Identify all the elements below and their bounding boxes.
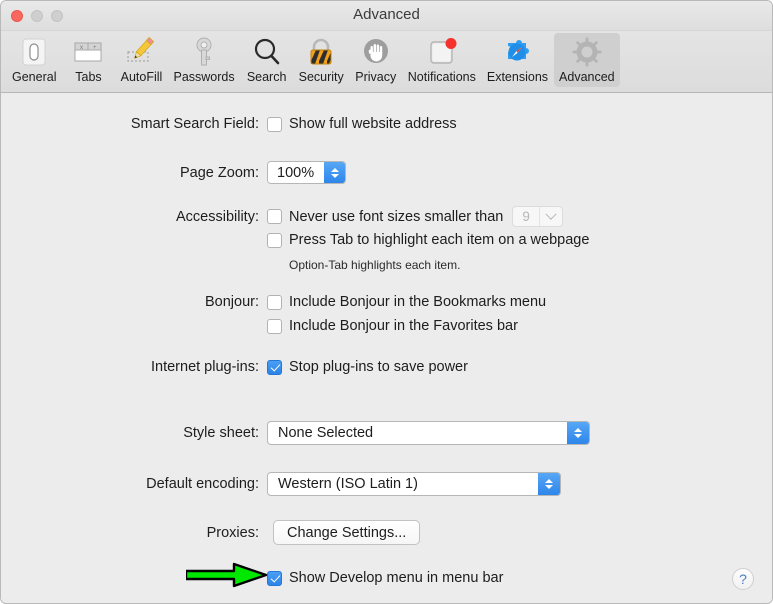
press-tab-checkbox-row[interactable]: Press Tab to highlight each item on a we… (267, 232, 589, 248)
page-zoom-value: 100% (268, 162, 325, 183)
internet-plugins-label: Internet plug-ins: (150, 359, 259, 375)
bonjour-favorites-label: Include Bonjour in the Favorites bar (289, 318, 518, 334)
page-zoom-stepper-arrows[interactable] (324, 162, 346, 183)
page-zoom-label: Page Zoom: (180, 164, 259, 181)
annotation-green-arrow-icon (184, 562, 270, 588)
change-settings-button[interactable]: Change Settings... (273, 520, 421, 545)
bonjour-favorites-checkbox-row[interactable]: Include Bonjour in the Favorites bar (267, 318, 518, 334)
preferences-toolbar: General x + Tabs AutoFill Passwords Sear… (1, 31, 772, 93)
never-use-font-sizes-label: Never use font sizes smaller than (289, 208, 504, 225)
bonjour-label: Bonjour: (204, 294, 259, 310)
extensions-puzzle-icon (500, 35, 534, 69)
default-encoding-popup-arrows[interactable] (538, 473, 560, 495)
press-tab-label: Press Tab to highlight each item on a we… (289, 232, 590, 248)
style-sheet-popup-arrows[interactable] (567, 422, 589, 444)
svg-text:x: x (80, 45, 83, 51)
show-full-address-checkbox[interactable] (267, 116, 282, 132)
toolbar-item-autofill-label: AutoFill (120, 70, 163, 84)
help-button[interactable]: ? (732, 568, 754, 590)
row-press-tab: Press Tab to highlight each item on a we… (267, 232, 589, 248)
row-bonjour-bookmarks: Bonjour: Include Bonjour in the Bookmark… (1, 294, 661, 310)
toolbar-item-autofill[interactable]: AutoFill (115, 33, 167, 87)
popup-down-icon (545, 485, 553, 489)
passwords-key-icon (187, 35, 221, 69)
minimum-font-size-combo[interactable]: 9 (512, 206, 564, 227)
row-internet-plugins: Internet plug-ins: Stop plug-ins to save… (1, 359, 661, 375)
smart-search-field-label: Smart Search Field: (130, 116, 259, 132)
privacy-hand-icon (359, 35, 393, 69)
popup-down-icon (574, 434, 582, 438)
toolbar-item-notifications[interactable]: Notifications (403, 33, 481, 87)
stop-plugins-checkbox[interactable] (267, 359, 282, 375)
preferences-window: Advanced General x + Tabs AutoFill Passw… (0, 0, 773, 604)
row-bonjour-favorites: Include Bonjour in the Favorites bar (267, 318, 518, 334)
row-style-sheet: Style sheet: None Selected (1, 421, 590, 445)
toolbar-item-notifications-label: Notifications (407, 70, 476, 84)
proxies-label: Proxies: (206, 524, 259, 541)
toolbar-item-tabs-label: Tabs (75, 70, 102, 84)
press-tab-checkbox[interactable] (267, 232, 282, 248)
style-sheet-value: None Selected (278, 425, 374, 441)
stop-plugins-checkbox-row[interactable]: Stop plug-ins to save power (267, 359, 468, 375)
show-full-address-label: Show full website address (289, 116, 457, 132)
accessibility-label: Accessibility: (176, 208, 259, 225)
popup-up-icon (574, 428, 582, 432)
page-zoom-stepper[interactable]: 100% (267, 161, 347, 184)
toolbar-item-tabs[interactable]: x + Tabs (62, 33, 114, 87)
chevron-down-icon[interactable] (540, 207, 562, 226)
row-default-encoding: Default encoding: Western (ISO Latin 1) (1, 472, 561, 496)
bonjour-favorites-checkbox[interactable] (267, 318, 282, 334)
toolbar-item-advanced-label: Advanced (559, 70, 615, 84)
toolbar-item-extensions-label: Extensions (486, 70, 549, 84)
toolbar-item-privacy-label: Privacy (355, 70, 397, 84)
style-sheet-popup[interactable]: None Selected (267, 421, 590, 445)
default-encoding-value: Western (ISO Latin 1) (278, 476, 418, 492)
row-smart-search-field: Smart Search Field: Show full website ad… (1, 116, 661, 132)
toolbar-item-search[interactable]: Search (241, 33, 293, 87)
toolbar-item-advanced[interactable]: Advanced (554, 33, 620, 87)
advanced-settings-pane: Smart Search Field: Show full website ad… (1, 93, 772, 603)
minimum-font-size-value: 9 (522, 209, 530, 224)
never-use-font-sizes-checkbox[interactable] (267, 209, 282, 224)
toolbar-item-general-label: General (12, 70, 57, 84)
autofill-pencil-icon (124, 35, 158, 69)
toolbar-item-general[interactable]: General (7, 33, 61, 87)
row-accessibility-font-size: Accessibility: Never use font sizes smal… (1, 206, 701, 227)
show-full-address-checkbox-row[interactable]: Show full website address (267, 116, 457, 132)
notifications-badge-icon (425, 35, 459, 69)
default-encoding-popup[interactable]: Western (ISO Latin 1) (267, 472, 561, 496)
window-titlebar: Advanced (1, 1, 772, 31)
never-use-font-sizes-checkbox-row[interactable]: Never use font sizes smaller than (267, 209, 503, 225)
style-sheet-label: Style sheet: (183, 425, 259, 441)
stepper-down-icon[interactable] (330, 173, 339, 178)
toolbar-item-security-label: Security (298, 70, 344, 84)
bonjour-bookmarks-label: Include Bonjour in the Bookmarks menu (289, 294, 547, 310)
general-switch-icon (17, 35, 51, 69)
toolbar-item-passwords-label: Passwords (173, 70, 235, 84)
advanced-gear-icon (570, 35, 604, 69)
default-encoding-label: Default encoding: (146, 476, 259, 492)
toolbar-item-passwords[interactable]: Passwords (168, 33, 239, 87)
stepper-up-icon[interactable] (330, 167, 339, 172)
develop-menu-label: Show Develop menu in menu bar (289, 570, 504, 586)
bonjour-bookmarks-checkbox-row[interactable]: Include Bonjour in the Bookmarks menu (267, 294, 546, 310)
toolbar-item-search-label: Search (246, 70, 287, 84)
row-accessibility-note: Option-Tab highlights each item. (289, 258, 460, 272)
tabs-window-icon: x + (71, 35, 105, 69)
window-title: Advanced (353, 6, 420, 23)
bonjour-bookmarks-checkbox[interactable] (267, 294, 282, 310)
toolbar-item-privacy[interactable]: Privacy (350, 33, 402, 87)
stop-plugins-label: Stop plug-ins to save power (289, 359, 468, 375)
svg-text:+: + (93, 45, 97, 51)
row-page-zoom: Page Zoom: 100% (1, 161, 661, 184)
search-magnifier-icon (250, 35, 284, 69)
security-lock-icon (304, 35, 338, 69)
row-develop-menu: Show Develop menu in menu bar (267, 570, 503, 586)
row-proxies: Proxies: Change Settings... (1, 520, 421, 545)
toolbar-item-extensions[interactable]: Extensions (482, 33, 553, 87)
toolbar-item-security[interactable]: Security (294, 33, 349, 87)
develop-menu-checkbox-row[interactable]: Show Develop menu in menu bar (267, 570, 503, 586)
accessibility-note: Option-Tab highlights each item. (289, 258, 461, 272)
popup-up-icon (545, 479, 553, 483)
